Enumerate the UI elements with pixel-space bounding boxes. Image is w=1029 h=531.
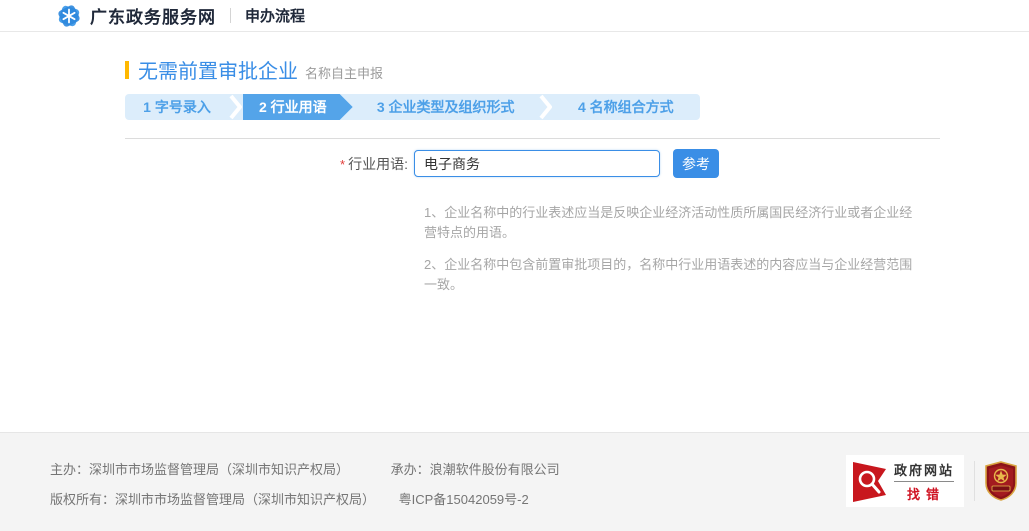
industry-term-label: *行业用语: bbox=[0, 154, 408, 174]
header-divider bbox=[230, 8, 231, 23]
gdzwfw-logo-icon bbox=[57, 4, 81, 28]
chevron-right-icon bbox=[539, 94, 552, 120]
error-report-badge-text: 政府网站 找错 bbox=[894, 460, 954, 503]
footer-line-2: 版权所有：深圳市市场监督管理局（深圳市知识产权局） 粤ICP备15042059号… bbox=[50, 489, 529, 508]
gov-emblem-shield-icon[interactable] bbox=[985, 461, 1017, 501]
error-report-flag-icon bbox=[852, 459, 888, 503]
step-tab-2-active[interactable]: 2 行业用语 bbox=[243, 94, 353, 120]
reference-button[interactable]: 参考 bbox=[673, 149, 719, 178]
footer-host: 主办：深圳市市场监督管理局（深圳市知识产权局） bbox=[50, 462, 349, 477]
page-title-row: 无需前置审批企业 名称自主申报 bbox=[0, 32, 1029, 84]
footer-undertaker: 承办：浪潮软件股份有限公司 bbox=[391, 462, 560, 477]
content-divider bbox=[125, 138, 940, 139]
page-footer: 主办：深圳市市场监督管理局（深圳市知识产权局） 承办：浪潮软件股份有限公司 版权… bbox=[0, 432, 1029, 531]
industry-term-tips: 1、企业名称中的行业表述应当是反映企业经济活动性质所属国民经济行业或者企业经营特… bbox=[424, 203, 916, 295]
industry-term-input[interactable] bbox=[414, 150, 660, 177]
step-tab-1[interactable]: 1 字号录入 bbox=[125, 94, 229, 120]
error-badge-top-text: 政府网站 bbox=[894, 460, 954, 482]
top-header: 广东政务服务网 申办流程 bbox=[0, 0, 1029, 32]
step-tab-3[interactable]: 3 企业类型及组织形式 bbox=[353, 94, 539, 120]
title-accent-bar bbox=[125, 61, 129, 79]
nav-label-apply-flow[interactable]: 申办流程 bbox=[245, 5, 305, 26]
footer-badges: 政府网站 找错 bbox=[846, 455, 1017, 507]
chevron-right-icon bbox=[229, 94, 242, 120]
step-tab-4[interactable]: 4 名称组合方式 bbox=[552, 94, 700, 120]
main-content: 无需前置审批企业 名称自主申报 1 字号录入 2 行业用语 3 企业类型及组织形… bbox=[0, 32, 1029, 432]
footer-line-1: 主办：深圳市市场监督管理局（深圳市知识产权局） 承办：浪潮软件股份有限公司 bbox=[50, 459, 560, 478]
page-subtitle: 名称自主申报 bbox=[305, 63, 383, 82]
required-asterisk: * bbox=[340, 157, 345, 172]
page-title: 无需前置审批企业 bbox=[138, 55, 298, 84]
tip-line-2: 2、企业名称中包含前置审批项目的，名称中行业用语表述的内容应当与企业经营范围一致… bbox=[424, 255, 916, 295]
tip-line-1: 1、企业名称中的行业表述应当是反映企业经济活动性质所属国民经济行业或者企业经营特… bbox=[424, 203, 916, 243]
footer-icp-number[interactable]: 粤ICP备15042059号-2 bbox=[399, 492, 529, 507]
industry-term-label-text: 行业用语: bbox=[348, 156, 408, 172]
step-wizard: 1 字号录入 2 行业用语 3 企业类型及组织形式 4 名称组合方式 bbox=[125, 94, 700, 120]
industry-term-form-row: *行业用语: 参考 bbox=[0, 149, 1029, 178]
footer-copyright: 版权所有：深圳市市场监督管理局（深圳市知识产权局） bbox=[50, 492, 375, 507]
gov-site-error-report-badge[interactable]: 政府网站 找错 bbox=[846, 455, 964, 507]
badge-separator bbox=[974, 461, 975, 501]
site-title[interactable]: 广东政务服务网 bbox=[90, 3, 216, 28]
error-badge-bottom-text: 找错 bbox=[894, 482, 954, 503]
